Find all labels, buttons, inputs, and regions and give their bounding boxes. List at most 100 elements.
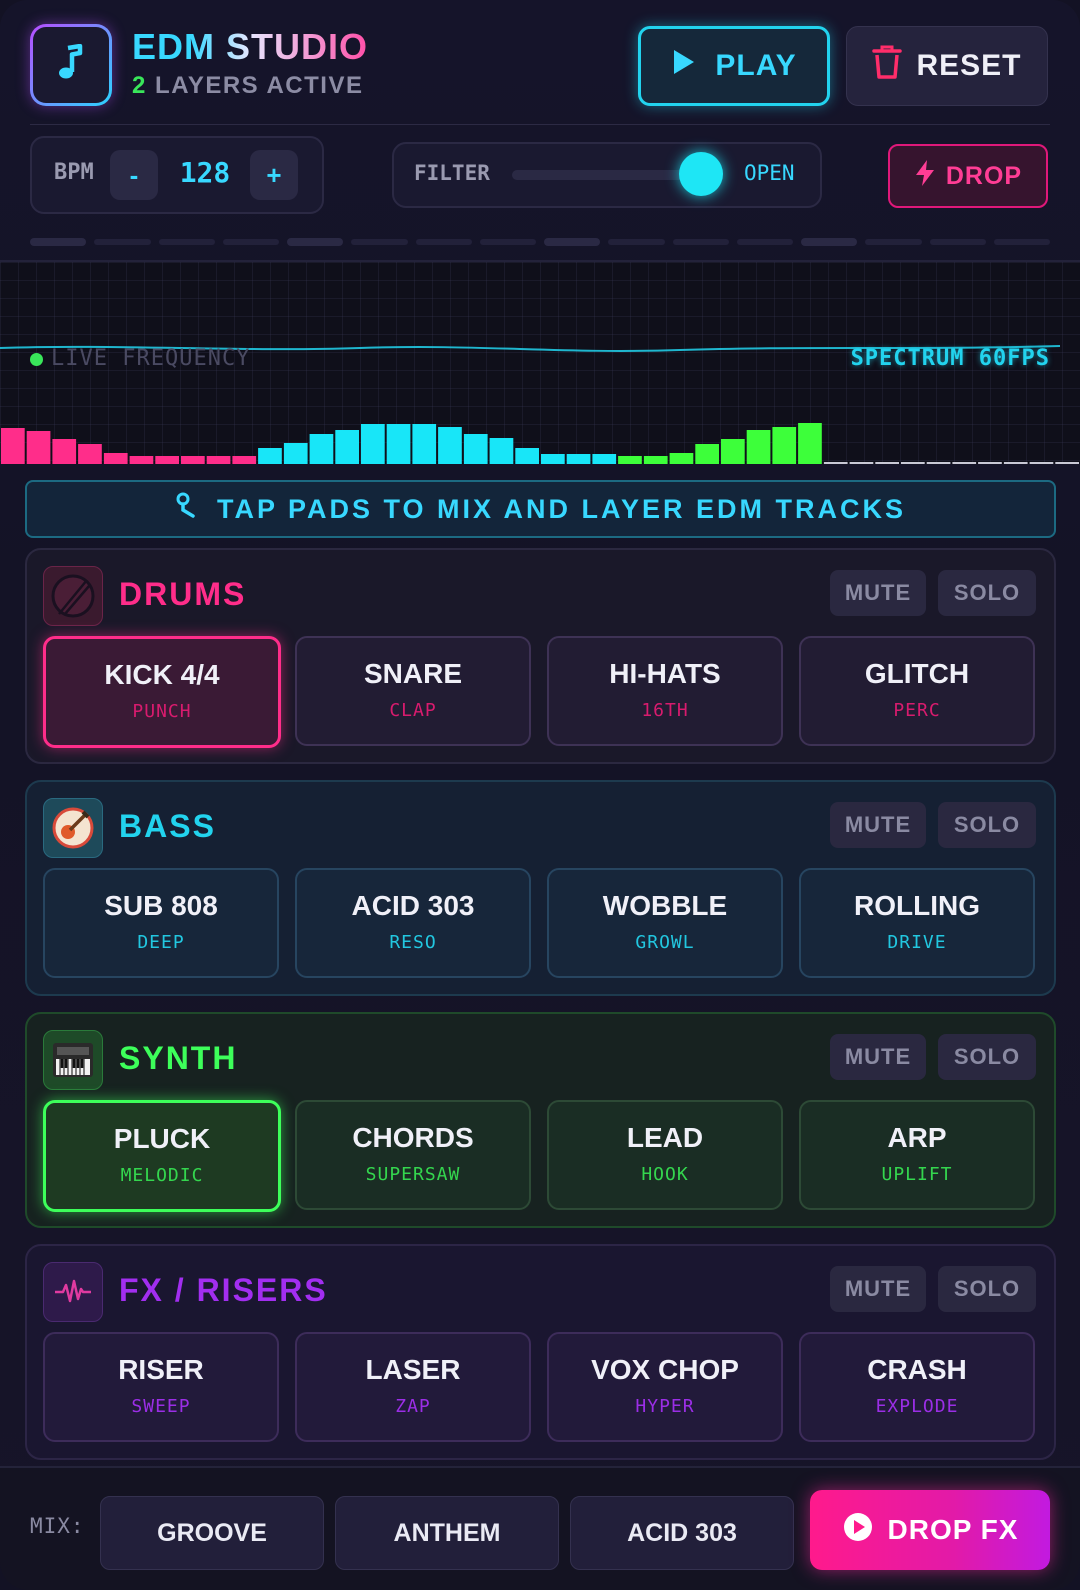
pad-acid-303[interactable]: ACID 303 RESO <box>295 868 531 978</box>
step-indicator <box>993 239 1050 245</box>
pad-arp[interactable]: ARP UPLIFT <box>799 1100 1035 1210</box>
spectrum-bar <box>721 439 745 464</box>
spectrum-bar <box>129 456 154 464</box>
drop-fx-label: DROP FX <box>887 1514 1019 1545</box>
pad-subtitle: MELODIC <box>120 1165 204 1186</box>
lightning-icon <box>914 159 936 194</box>
spectrum-bar <box>695 444 719 464</box>
spectrum-bar <box>489 438 514 464</box>
guitar-icon <box>43 798 103 858</box>
pad-laser[interactable]: LASER ZAP <box>295 1332 531 1442</box>
spectrum-bar <box>592 454 617 464</box>
drop-fx-button[interactable]: DROP FX <box>810 1490 1050 1570</box>
pad-riser[interactable]: RISER SWEEP <box>43 1332 279 1442</box>
spectrum-bar <box>1029 462 1054 464</box>
pad-subtitle: ZAP <box>395 1396 431 1417</box>
drop-label: DROP <box>945 161 1023 190</box>
bpm-increase-button[interactable]: + <box>250 150 298 200</box>
pad-subtitle: HOOK <box>641 1164 689 1185</box>
mix-footer: MIX: GROOVE ANTHEM ACID 303 DROP FX <box>0 1466 1080 1590</box>
step-indicator <box>929 239 986 245</box>
pad-pluck[interactable]: PLUCK MELODIC <box>43 1100 281 1212</box>
step-indicator <box>608 239 665 245</box>
spectrum-bar <box>1 428 25 464</box>
section-bass: BASS MUTE SOLO SUB 808 DEEP ACID 303 RESO … <box>25 780 1056 996</box>
pad-subtitle: GROWL <box>635 932 695 953</box>
spectrum-bar <box>901 462 925 464</box>
spectrum-bar <box>438 427 462 464</box>
pad-hi-hats[interactable]: HI-HATS 16TH <box>547 636 783 746</box>
play-icon <box>671 48 697 84</box>
step-indicator <box>94 239 151 245</box>
spectrum-bar <box>849 462 874 464</box>
step-indicator <box>865 239 922 245</box>
solo-button[interactable]: SOLO <box>938 570 1036 616</box>
mute-button[interactable]: MUTE <box>830 1266 926 1312</box>
spectrum-bar <box>1055 462 1079 464</box>
pad-crash[interactable]: CRASH EXPLODE <box>799 1332 1035 1442</box>
pad-wobble[interactable]: WOBBLE GROWL <box>547 868 783 978</box>
spectrum-bar <box>26 431 51 464</box>
filter-state: OPEN <box>744 161 795 185</box>
bpm-value: 128 <box>179 156 231 189</box>
pad-name: PLUCK <box>113 1123 211 1154</box>
reset-button[interactable]: RESET <box>846 26 1048 106</box>
pad-kick[interactable]: KICK 4/4 PUNCH <box>43 636 281 748</box>
trash-icon <box>872 45 903 87</box>
live-frequency-text: LIVE FREQUENCY <box>51 346 251 371</box>
solo-button[interactable]: SOLO <box>938 1266 1036 1312</box>
filter-slider-track[interactable] <box>512 170 700 180</box>
step-indicator <box>222 239 279 245</box>
pad-rolling[interactable]: ROLLING DRIVE <box>799 868 1035 978</box>
spectrum-bar <box>823 462 848 464</box>
spectrum-bar <box>361 424 385 464</box>
step-indicator <box>672 239 729 245</box>
header-divider <box>30 124 1050 125</box>
mute-button[interactable]: MUTE <box>830 570 926 616</box>
mix-preset-anthem[interactable]: ANTHEM <box>335 1496 559 1570</box>
section-fx-risers: FX / RISERS MUTE SOLO RISER SWEEP LASER ZA… <box>25 1244 1056 1460</box>
app-logo <box>30 24 112 106</box>
section-title: DRUMS <box>119 576 247 612</box>
spectrum-bar <box>258 448 282 464</box>
pad-name: LASER <box>365 1354 461 1385</box>
step-indicator <box>736 239 793 245</box>
mute-button[interactable]: MUTE <box>830 1034 926 1080</box>
pad-subtitle: UPLIFT <box>881 1164 953 1185</box>
play-button[interactable]: PLAY <box>638 26 830 106</box>
spectrum-bar <box>335 430 359 464</box>
drop-button[interactable]: DROP <box>888 144 1048 208</box>
spectrum-bar <box>772 427 797 464</box>
pad-subtitle: PUNCH <box>132 701 192 722</box>
filter-slider-handle[interactable] <box>679 152 724 196</box>
solo-button[interactable]: SOLO <box>938 1034 1036 1080</box>
step-indicator <box>801 238 858 246</box>
mix-preset-groove[interactable]: GROOVE <box>100 1496 324 1570</box>
mix-preset-acid-303[interactable]: ACID 303 <box>570 1496 794 1570</box>
pad-snare[interactable]: SNARE CLAP <box>295 636 531 746</box>
pad-vox-chop[interactable]: VOX CHOP HYPER <box>547 1332 783 1442</box>
step-indicator <box>415 239 472 245</box>
pad-subtitle: HYPER <box>635 1396 695 1417</box>
pad-name: LEAD <box>626 1122 704 1153</box>
pad-subtitle: DEEP <box>137 932 185 953</box>
solo-button[interactable]: SOLO <box>938 802 1036 848</box>
pad-chords[interactable]: CHORDS SUPERSAW <box>295 1100 531 1210</box>
mute-button[interactable]: MUTE <box>830 802 926 848</box>
pad-name: CHORDS <box>352 1122 474 1153</box>
pad-name: GLITCH <box>864 658 970 689</box>
app-title: EDM STUDIO <box>132 26 369 67</box>
pad-name: KICK 4/4 <box>104 659 220 690</box>
spectrum-bar <box>978 462 1002 464</box>
pad-lead[interactable]: LEAD HOOK <box>547 1100 783 1210</box>
bpm-decrease-button[interactable]: - <box>110 150 158 200</box>
drum-icon <box>43 566 103 626</box>
pad-subtitle: SUPERSAW <box>365 1164 461 1185</box>
pad-sub-808[interactable]: SUB 808 DEEP <box>43 868 279 978</box>
pad-glitch[interactable]: GLITCH PERC <box>799 636 1035 746</box>
step-indicator <box>544 238 601 246</box>
section-synth: SYNTH MUTE SOLO PLUCK MELODIC CHORDS SUPER… <box>25 1012 1056 1228</box>
spectrum-bar <box>283 443 308 464</box>
pad-name: VOX CHOP <box>591 1354 739 1385</box>
play-circle-icon <box>842 1511 874 1550</box>
